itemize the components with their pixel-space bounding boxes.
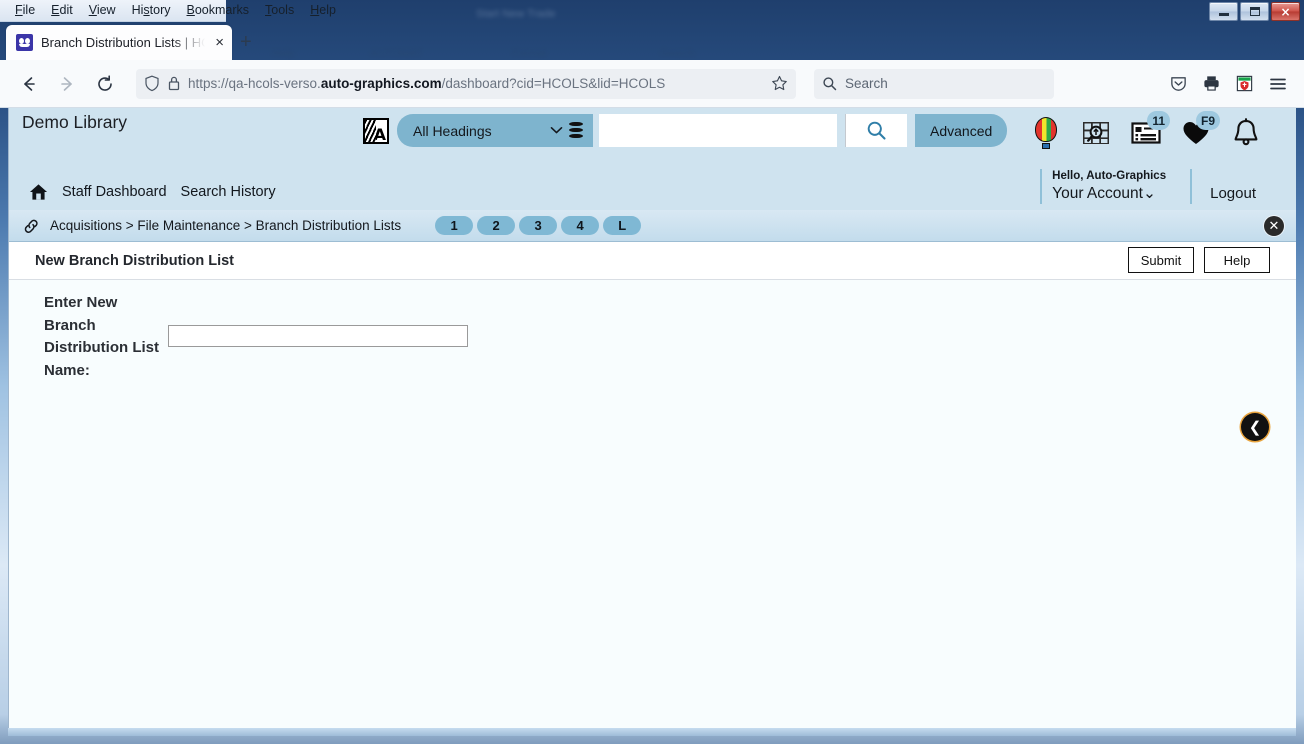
menu-view[interactable]: View	[81, 3, 124, 18]
browser-menubar: FFileile Edit View History Bookmarks Too…	[0, 0, 336, 22]
favorites-heart-icon[interactable]: F9	[1178, 111, 1220, 152]
greeting-text: Hello, Auto-Graphics	[1052, 170, 1167, 182]
your-account-menu[interactable]: Your Account⌄	[1052, 184, 1166, 204]
list-records-badge: 11	[1147, 111, 1170, 130]
catalog-search-bar: All Headings Advanced	[363, 114, 1008, 147]
nav-link-staff-dashboard[interactable]: Staff Dashboard	[62, 184, 167, 200]
close-icon[interactable]: ✕	[1264, 216, 1284, 236]
page-title-bar: New Branch Distribution List Submit Help	[9, 242, 1296, 280]
tracking-shield-icon[interactable]	[144, 75, 160, 92]
search-scope-select[interactable]: All Headings	[397, 114, 593, 147]
browser-tab[interactable]: Branch Distribution Lists | HCOLS ×	[6, 25, 232, 60]
reload-button[interactable]	[88, 69, 122, 99]
list-records-icon[interactable]: 11	[1128, 111, 1170, 152]
new-tab-button[interactable]: +	[240, 32, 252, 52]
favorites-badge: F9	[1195, 111, 1220, 130]
app-header: Demo Library All Headings Advanced	[9, 108, 1296, 173]
submit-button[interactable]: Submit	[1128, 247, 1194, 273]
tab-title: Branch Distribution Lists | HCOLS	[41, 35, 205, 50]
browser-toolbar-icons	[1169, 74, 1292, 94]
url-text: https://qa-hcols-verso.auto-graphics.com…	[188, 76, 666, 91]
close-window-button[interactable]: ×	[1271, 2, 1300, 21]
search-icon	[867, 121, 886, 140]
step-pill-l[interactable]: L	[603, 216, 642, 235]
nav-link-search-history[interactable]: Search History	[181, 184, 276, 200]
search-icon	[822, 76, 837, 91]
minimize-button[interactable]	[1209, 2, 1238, 21]
search-scope-label: All Headings	[413, 122, 492, 139]
page-title: New Branch Distribution List	[35, 252, 234, 269]
menu-edit[interactable]: Edit	[43, 3, 81, 18]
step-pill-1[interactable]: 1	[435, 216, 474, 235]
pocket-icon[interactable]	[1169, 74, 1188, 93]
address-bar[interactable]: https://qa-hcols-verso.auto-graphics.com…	[136, 68, 796, 99]
home-icon[interactable]	[29, 183, 48, 201]
step-pill-2[interactable]: 2	[477, 216, 516, 235]
maximize-button[interactable]	[1240, 2, 1269, 21]
search-submit-button[interactable]	[845, 114, 907, 147]
list-name-label: Enter New Branch Distribution List Name:	[44, 294, 159, 379]
page-action-buttons: Submit Help	[1128, 247, 1270, 273]
search-input[interactable]	[599, 114, 837, 147]
step-pills: 1 2 3 4 L	[435, 216, 642, 235]
chain-link-icon[interactable]	[23, 218, 40, 234]
menu-tools[interactable]: Tools	[257, 3, 302, 18]
site-favicon-icon	[16, 34, 33, 51]
step-pill-4[interactable]: 4	[561, 216, 600, 235]
browser-search-placeholder: Search	[845, 76, 888, 91]
menu-bookmarks[interactable]: Bookmarks	[179, 3, 258, 18]
account-block: Hello, Auto-Graphics Your Account⌄ Logou…	[1040, 169, 1256, 205]
viewport-bottom-edge	[8, 728, 1296, 736]
hamburger-menu-icon[interactable]	[1268, 74, 1288, 94]
step-pill-3[interactable]: 3	[519, 216, 558, 235]
header-icon-row: 11 F9	[1028, 111, 1264, 152]
notifications-bell-icon[interactable]	[1228, 114, 1264, 152]
map-search-icon[interactable]	[1078, 114, 1114, 152]
bookmark-star-icon[interactable]	[771, 75, 788, 92]
logout-link[interactable]: Logout	[1210, 185, 1256, 202]
browser-window: Start New Trade Help AUTOMAT Formal Sear…	[0, 0, 1304, 744]
chevron-down-icon: ⌄	[1142, 184, 1156, 202]
lock-icon	[167, 75, 181, 92]
shield-extension-icon[interactable]	[1235, 74, 1254, 93]
forward-button[interactable]	[50, 69, 84, 99]
back-button[interactable]	[12, 69, 46, 99]
browser-search-bar[interactable]: Search	[814, 68, 1054, 99]
back-navigation-button[interactable]: ❮	[1241, 413, 1269, 441]
database-icon[interactable]	[569, 121, 583, 140]
menu-help[interactable]: Help	[302, 3, 344, 18]
menu-file[interactable]: FFileile	[7, 3, 43, 18]
tab-strip: Branch Distribution Lists | HCOLS × +	[0, 22, 1304, 60]
print-icon[interactable]	[1202, 74, 1221, 93]
search-input-wrap[interactable]	[599, 114, 837, 147]
window-controls: ×	[1209, 2, 1300, 22]
page-viewport: Demo Library All Headings Advanced	[8, 108, 1296, 728]
list-name-input[interactable]	[168, 325, 468, 347]
tab-close-icon[interactable]: ×	[213, 35, 226, 50]
breadcrumb-bar: Acquisitions > File Maintenance > Branch…	[9, 210, 1296, 242]
chevron-down-icon	[550, 126, 563, 135]
help-button[interactable]: Help	[1204, 247, 1270, 273]
advanced-search-button[interactable]: Advanced	[915, 114, 1008, 147]
menu-history[interactable]: History	[124, 3, 179, 18]
logout-wrap: Logout	[1190, 169, 1256, 205]
close-icon: ×	[1280, 4, 1291, 19]
balloon-icon[interactable]	[1028, 114, 1064, 152]
browser-navigation-bar: https://qa-hcols-verso.auto-graphics.com…	[0, 60, 1304, 108]
account-inner: Hello, Auto-Graphics Your Account⌄	[1040, 169, 1167, 205]
alphabetic-browse-icon[interactable]	[363, 117, 389, 144]
breadcrumb-trail[interactable]: Acquisitions > File Maintenance > Branch…	[50, 218, 401, 233]
library-brand-title: Demo Library	[22, 112, 128, 132]
secondary-nav: Staff Dashboard Search History Hello, Au…	[9, 169, 1296, 210]
form-area: Enter New Branch Distribution List Name:…	[9, 280, 1296, 728]
